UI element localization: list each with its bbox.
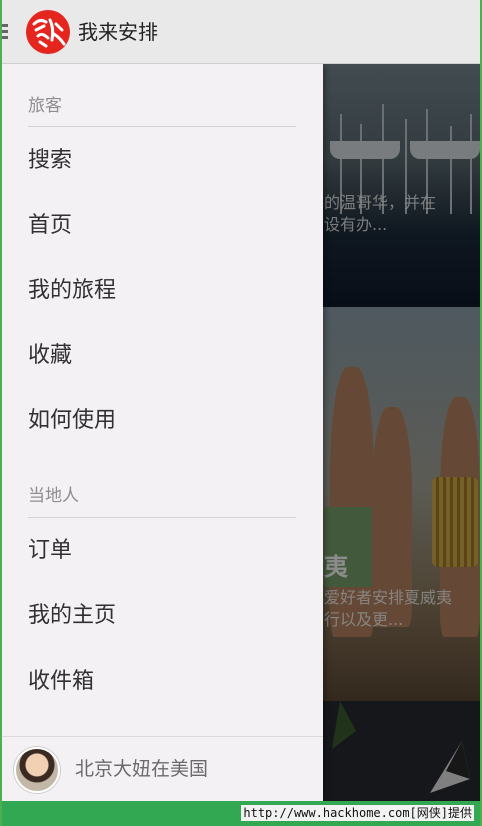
section-header-local: 当地人 xyxy=(28,486,79,506)
navigation-drawer: 旅客 搜索 首页 我的旅程 收藏 如何使用 当地人 订单 我的主页 收件箱 北京… xyxy=(0,64,323,801)
drawer-item-orders[interactable]: 订单 xyxy=(28,536,298,566)
user-profile[interactable]: 北京大妞在美国 xyxy=(14,747,314,795)
drawer-item-favorites[interactable]: 收藏 xyxy=(28,341,298,371)
frame-border-left xyxy=(0,0,2,826)
watermark-text: http://www.hackhome.com[网侠]提供 xyxy=(241,805,474,821)
drawer-item-search[interactable]: 搜索 xyxy=(28,146,298,176)
profile-divider xyxy=(0,736,323,737)
logo-calligraphy-icon xyxy=(32,18,66,48)
app-title: 我来安排 xyxy=(78,20,158,44)
app-bar: 我来安排 xyxy=(0,0,482,64)
drawer-item-my-profile[interactable]: 我的主页 xyxy=(28,601,298,631)
app-logo[interactable] xyxy=(26,10,70,54)
section-divider xyxy=(28,517,296,518)
drawer-item-inbox[interactable]: 收件箱 xyxy=(28,667,298,697)
section-divider xyxy=(28,126,296,127)
drawer-item-how-to-use[interactable]: 如何使用 xyxy=(28,406,298,436)
watermark-bar: http://www.hackhome.com[网侠]提供 xyxy=(0,801,482,826)
avatar[interactable] xyxy=(14,747,60,793)
section-header-traveler: 旅客 xyxy=(28,96,62,116)
drawer-item-home[interactable]: 首页 xyxy=(28,211,298,241)
profile-name: 北京大妞在美国 xyxy=(75,758,209,780)
drawer-item-my-trips[interactable]: 我的旅程 xyxy=(28,276,298,306)
